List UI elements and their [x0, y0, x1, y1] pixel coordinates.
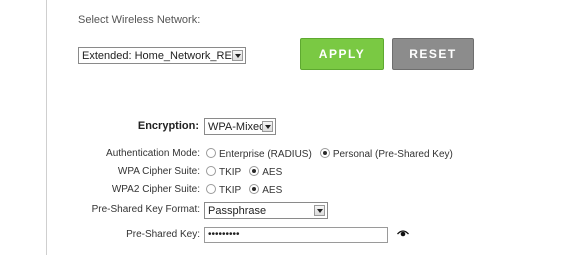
wpa-cipher-label: WPA Cipher Suite: [117, 166, 200, 177]
psk-format-value: Passphrase [208, 205, 267, 217]
network-select[interactable]: Extended: Home_Network_RE [78, 47, 246, 64]
chevron-down-icon [262, 121, 273, 132]
wpa2-tkip-radio[interactable] [206, 184, 216, 194]
psk-label: Pre-Shared Key: [126, 229, 200, 240]
wpa-cipher-group: TKIP AES [206, 166, 290, 178]
wpa2-aes-radio[interactable] [249, 184, 260, 194]
wpa2-tkip-label: TKIP [219, 185, 242, 196]
chevron-down-icon [232, 50, 243, 61]
encryption-label: Encryption: [137, 120, 199, 132]
wpa-tkip-radio[interactable] [206, 166, 216, 176]
wpa2-cipher-group: TKIP AES [206, 184, 290, 196]
network-select-value: Extended: Home_Network_RE [82, 50, 232, 62]
encryption-select[interactable]: WPA-Mixed [204, 118, 276, 135]
psk-format-select[interactable]: Passphrase [204, 202, 328, 219]
eye-icon[interactable] [397, 229, 409, 237]
network-select-label: Select Wireless Network: [78, 14, 201, 26]
reset-button[interactable]: RESET [392, 38, 474, 70]
wpa-aes-label: AES [262, 167, 283, 178]
encryption-select-value: WPA-Mixed [208, 121, 266, 133]
auth-personal-radio[interactable] [319, 148, 330, 158]
auth-enterprise-radio[interactable] [206, 148, 216, 158]
wpa2-aes-label: AES [262, 185, 283, 196]
auth-mode-label: Authentication Mode: [106, 148, 200, 159]
chevron-down-icon [314, 205, 325, 216]
apply-button[interactable]: APPLY [300, 38, 384, 70]
psk-input[interactable]: ••••••••• [204, 227, 388, 243]
auth-personal-label: Personal (Pre-Shared Key) [332, 149, 453, 160]
wpa2-cipher-label: WPA2 Cipher Suite: [111, 184, 200, 195]
auth-mode-group: Enterprise (RADIUS) Personal (Pre-Shared … [206, 148, 461, 160]
psk-format-label: Pre-Shared Key Format: [91, 204, 200, 215]
wpa-tkip-label: TKIP [219, 167, 242, 178]
auth-enterprise-label: Enterprise (RADIUS) [219, 149, 312, 160]
wpa-aes-radio[interactable] [249, 166, 260, 176]
